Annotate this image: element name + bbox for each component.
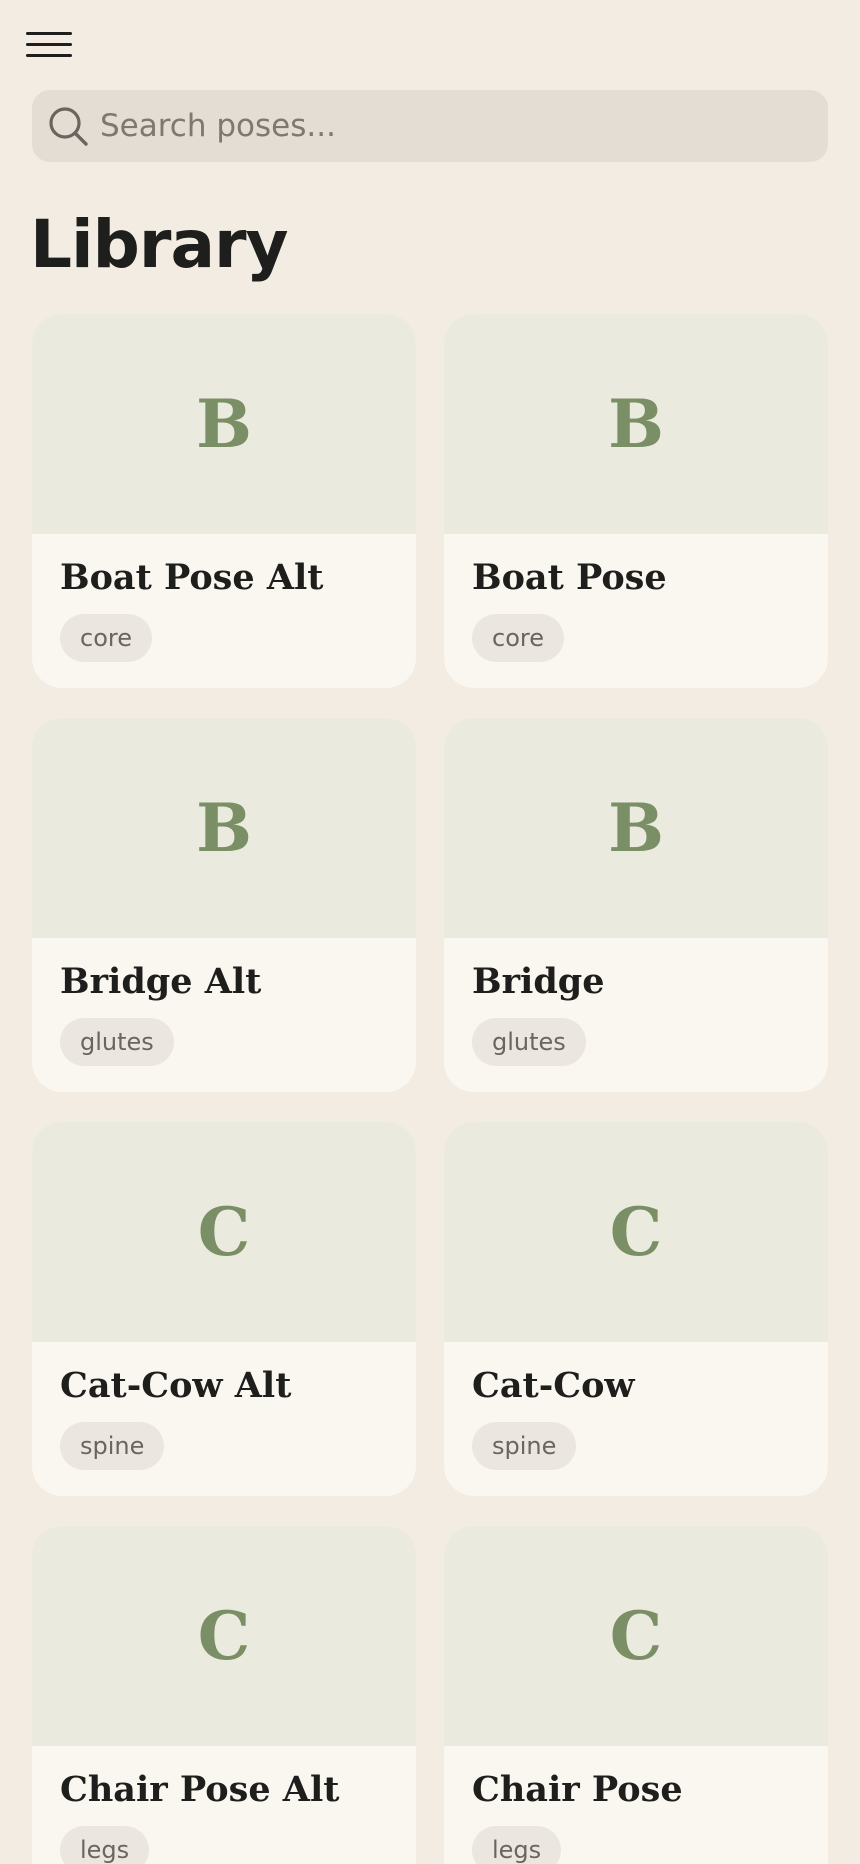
pose-card[interactable]: B Bridge glutes xyxy=(444,718,828,1092)
pose-name: Cat-Cow Alt xyxy=(60,1365,292,1406)
menu-line xyxy=(26,32,72,35)
page-title: Library xyxy=(30,206,289,283)
pose-name: Bridge xyxy=(472,961,605,1002)
search-input[interactable] xyxy=(100,96,800,156)
menu-line xyxy=(26,54,72,57)
pose-thumbnail: B xyxy=(444,314,828,534)
pose-initial: B xyxy=(608,789,664,867)
pose-initial: B xyxy=(196,789,252,867)
pose-thumbnail: C xyxy=(32,1122,416,1342)
search-bar[interactable] xyxy=(32,90,828,162)
pose-thumbnail: B xyxy=(32,314,416,534)
pose-initial: C xyxy=(609,1597,663,1675)
pose-name: Chair Pose xyxy=(472,1769,683,1810)
pose-initial: C xyxy=(197,1193,251,1271)
pose-tag: glutes xyxy=(472,1018,586,1066)
pose-thumbnail: B xyxy=(32,718,416,938)
pose-card[interactable]: C Chair Pose legs xyxy=(444,1526,828,1864)
menu-line xyxy=(26,43,72,46)
pose-initial: B xyxy=(608,385,664,463)
pose-card[interactable]: C Cat-Cow Alt spine xyxy=(32,1122,416,1496)
pose-initial: C xyxy=(609,1193,663,1271)
pose-name: Boat Pose xyxy=(472,557,667,598)
pose-thumbnail: C xyxy=(32,1526,416,1746)
pose-name: Chair Pose Alt xyxy=(60,1769,340,1810)
pose-name: Boat Pose Alt xyxy=(60,557,324,598)
pose-tag: core xyxy=(60,614,152,662)
pose-initial: B xyxy=(196,385,252,463)
pose-card[interactable]: B Bridge Alt glutes xyxy=(32,718,416,1092)
pose-tag: glutes xyxy=(60,1018,174,1066)
pose-initial: C xyxy=(197,1597,251,1675)
pose-grid: B Boat Pose Alt core B Boat Pose core B … xyxy=(32,314,828,1864)
pose-card[interactable]: C Cat-Cow spine xyxy=(444,1122,828,1496)
pose-tag: spine xyxy=(472,1422,577,1470)
hamburger-menu-icon[interactable] xyxy=(26,30,72,60)
search-icon xyxy=(49,107,88,146)
pose-name: Bridge Alt xyxy=(60,961,262,1002)
pose-card[interactable]: B Boat Pose Alt core xyxy=(32,314,416,688)
pose-name: Cat-Cow xyxy=(472,1365,635,1406)
pose-tag: legs xyxy=(60,1826,150,1864)
pose-thumbnail: C xyxy=(444,1526,828,1746)
pose-card[interactable]: B Boat Pose core xyxy=(444,314,828,688)
pose-card[interactable]: C Chair Pose Alt legs xyxy=(32,1526,416,1864)
pose-thumbnail: B xyxy=(444,718,828,938)
pose-thumbnail: C xyxy=(444,1122,828,1342)
pose-tag: core xyxy=(472,614,564,662)
pose-tag: spine xyxy=(60,1422,165,1470)
pose-tag: legs xyxy=(472,1826,562,1864)
